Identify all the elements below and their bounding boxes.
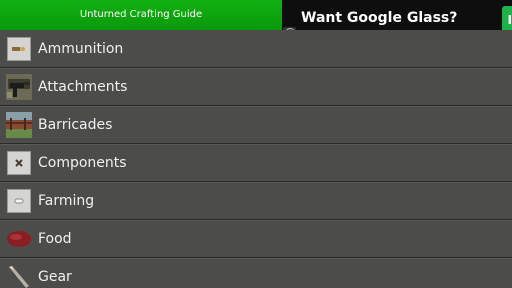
category-item-farming[interactable]: Farming [0, 182, 512, 220]
ammunition-icon [6, 36, 32, 62]
category-item-food[interactable]: Food [0, 220, 512, 258]
category-label: Gear [38, 269, 72, 285]
category-item-barricades[interactable]: Barricades [0, 106, 512, 144]
attachments-icon [6, 74, 32, 100]
gear-icon [6, 264, 32, 288]
category-label: Components [38, 155, 127, 171]
app-title-bar: Unturned Crafting Guide [0, 0, 282, 30]
top-bar: Unturned Crafting Guide Want Google Glas… [0, 0, 512, 40]
ad-headline[interactable]: Want Google Glass? [301, 10, 457, 26]
category-item-attachments[interactable]: Attachments [0, 68, 512, 106]
farming-icon [6, 188, 32, 214]
category-item-ammunition[interactable]: Ammunition [0, 30, 512, 68]
category-label: Barricades [38, 117, 113, 133]
app-screen: Unturned Crafting Guide Want Google Glas… [0, 0, 512, 288]
components-icon [6, 150, 32, 176]
category-list: Ammunition Attachments Barricades Compon… [0, 30, 512, 288]
category-item-components[interactable]: Components [0, 144, 512, 182]
category-label: Food [38, 231, 72, 247]
food-icon [6, 226, 32, 252]
category-label: Ammunition [38, 40, 124, 57]
app-title: Unturned Crafting Guide [79, 8, 203, 20]
barricades-icon [6, 112, 32, 138]
category-item-gear[interactable]: Gear [0, 258, 512, 288]
category-label: Farming [38, 193, 95, 209]
ad-action-glyph: I [507, 13, 512, 27]
category-label: Attachments [38, 79, 128, 95]
